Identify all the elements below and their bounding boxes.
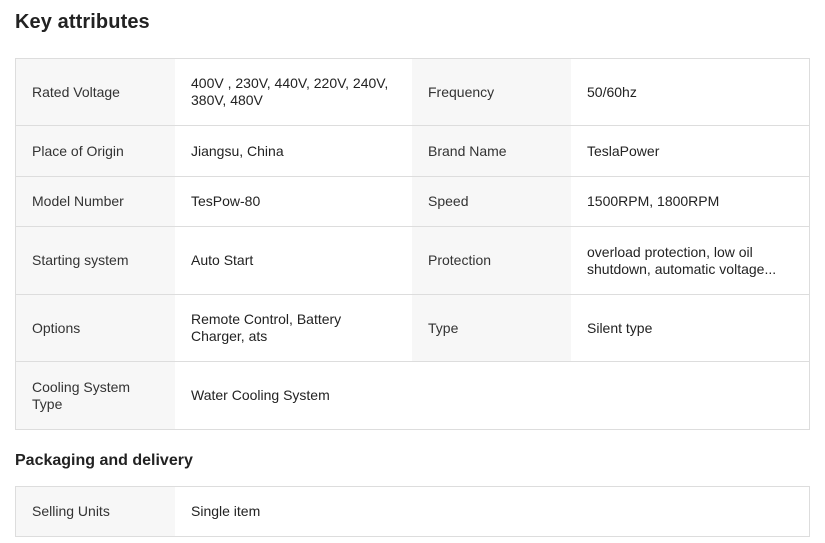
- table-row: Selling Units Single item: [16, 487, 809, 536]
- table-row: Cooling System Type Water Cooling System: [16, 362, 809, 429]
- attr-key-model-number: Model Number: [16, 177, 175, 226]
- packaging-table: Selling Units Single item: [15, 486, 810, 537]
- attr-key-frequency: Frequency: [412, 59, 571, 125]
- attr-value-speed: 1500RPM, 1800RPM: [571, 177, 809, 226]
- key-attributes-table: Rated Voltage 400V , 230V, 440V, 220V, 2…: [15, 58, 810, 430]
- attr-value-rated-voltage: 400V , 230V, 440V, 220V, 240V, 380V, 480…: [175, 59, 412, 125]
- table-row: Place of Origin Jiangsu, China Brand Nam…: [16, 126, 809, 177]
- attr-value-frequency: 50/60hz: [571, 59, 809, 125]
- attr-key-cooling-system-type: Cooling System Type: [16, 362, 175, 429]
- attr-value-selling-units: Single item: [175, 487, 809, 536]
- attr-value-place-of-origin: Jiangsu, China: [175, 126, 412, 176]
- attr-key-brand-name: Brand Name: [412, 126, 571, 176]
- table-row: Starting system Auto Start Protection ov…: [16, 227, 809, 295]
- attr-key-selling-units: Selling Units: [16, 487, 175, 536]
- attr-key-starting-system: Starting system: [16, 227, 175, 294]
- protection-text: overload protection, low oil shutdown, a…: [587, 243, 777, 277]
- attr-value-type: Silent type: [571, 295, 809, 361]
- attr-key-rated-voltage: Rated Voltage: [16, 59, 175, 125]
- table-row: Model Number TesPow-80 Speed 1500RPM, 18…: [16, 177, 809, 227]
- attr-value-starting-system: Auto Start: [175, 227, 412, 294]
- attr-key-protection: Protection: [412, 227, 571, 294]
- attr-value-brand-name: TeslaPower: [571, 126, 809, 176]
- attr-key-speed: Speed: [412, 177, 571, 226]
- attr-key-type: Type: [412, 295, 571, 361]
- product-attributes-panel: Key attributes Rated Voltage 400V , 230V…: [0, 0, 825, 543]
- attr-value-model-number: TesPow-80: [175, 177, 412, 226]
- attr-value-protection: overload protection, low oil shutdown, a…: [571, 227, 809, 294]
- attr-value-options: Remote Control, Battery Charger, ats: [175, 295, 412, 361]
- table-row: Rated Voltage 400V , 230V, 440V, 220V, 2…: [16, 59, 809, 126]
- table-row: Options Remote Control, Battery Charger,…: [16, 295, 809, 362]
- packaging-heading: Packaging and delivery: [15, 452, 193, 469]
- key-attributes-heading: Key attributes: [15, 11, 150, 33]
- attr-key-place-of-origin: Place of Origin: [16, 126, 175, 176]
- attr-key-options: Options: [16, 295, 175, 361]
- attr-value-cooling-system-type: Water Cooling System: [175, 362, 809, 429]
